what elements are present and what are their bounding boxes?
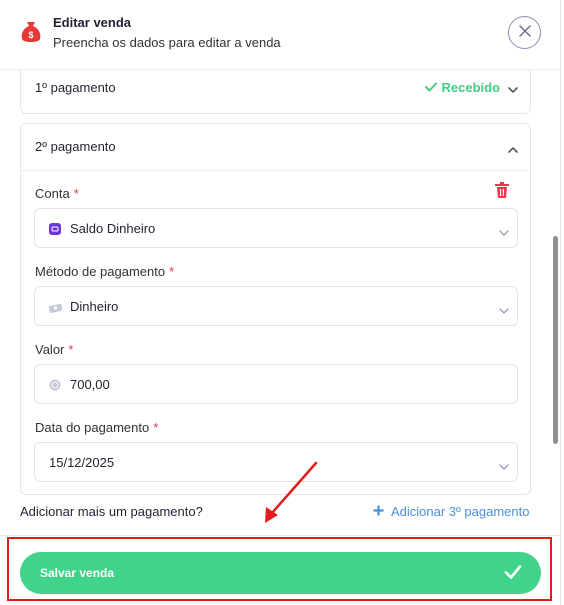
account-value: Saldo Dinheiro <box>70 221 156 236</box>
svg-text:$: $ <box>28 30 33 40</box>
payment-1-status: Recebido <box>425 80 500 95</box>
add-payment-question: Adicionar mais um pagamento? <box>20 504 203 519</box>
payment-date-value: 15/12/2025 <box>49 455 115 470</box>
payment-1-title: 1º pagamento <box>35 80 116 95</box>
payment-2-header[interactable]: 2º pagamento <box>21 124 530 171</box>
close-icon <box>518 24 531 42</box>
footer-divider <box>0 535 560 536</box>
required-marker: * <box>73 186 79 201</box>
plus-icon <box>373 504 384 519</box>
chevron-down-icon <box>499 224 509 242</box>
money-bag-icon: $ <box>20 20 42 44</box>
chevron-down-icon <box>499 302 509 320</box>
annotation-highlight-box <box>7 537 552 601</box>
chevron-up-icon[interactable] <box>508 140 518 158</box>
required-marker: * <box>169 264 175 279</box>
required-marker: * <box>68 342 74 357</box>
wallet-icon <box>49 222 61 240</box>
payment-method-value: Dinheiro <box>70 299 119 314</box>
payment-method-select[interactable]: Dinheiro <box>34 286 518 326</box>
modal-subtitle: Preencha os dados para editar a venda <box>53 35 281 50</box>
modal-body[interactable]: 1º pagamento Recebido 2º pagamento Conta… <box>0 70 560 535</box>
payment-1-card[interactable]: 1º pagamento Recebido <box>20 70 531 114</box>
account-select[interactable]: Saldo Dinheiro <box>34 208 518 248</box>
add-third-payment-link[interactable]: Adicionar 3º pagamento <box>373 504 529 519</box>
amount-label: Valor * <box>35 342 74 357</box>
payment-2-card: 2º pagamento Conta * Saldo Dinheiro Méto… <box>20 123 531 495</box>
chevron-down-icon <box>499 458 509 476</box>
check-icon <box>425 80 438 95</box>
modal-header: $ Editar venda Preencha os dados para ed… <box>0 0 560 70</box>
account-label: Conta * <box>35 186 79 201</box>
amount-value: 700,00 <box>70 377 110 392</box>
amount-input[interactable]: 700,00 <box>34 364 518 404</box>
payment-1-status-label: Recebido <box>441 80 500 95</box>
scrollbar-thumb[interactable] <box>553 236 558 444</box>
payment-date-picker[interactable]: 15/12/2025 <box>34 442 518 482</box>
payment-2-title: 2º pagamento <box>35 139 116 154</box>
edit-sale-modal: $ Editar venda Preencha os dados para ed… <box>0 0 561 605</box>
coin-icon <box>49 378 61 396</box>
payment-method-label: Método de pagamento * <box>35 264 175 279</box>
required-marker: * <box>153 420 159 435</box>
close-button[interactable] <box>508 16 541 49</box>
modal-title: Editar venda <box>53 15 132 30</box>
chevron-down-icon[interactable] <box>508 81 518 99</box>
add-third-payment-label: Adicionar 3º pagamento <box>391 504 530 519</box>
cash-icon <box>48 300 63 318</box>
payment-date-label: Data do pagamento * <box>35 420 159 435</box>
trash-icon[interactable] <box>495 182 509 203</box>
